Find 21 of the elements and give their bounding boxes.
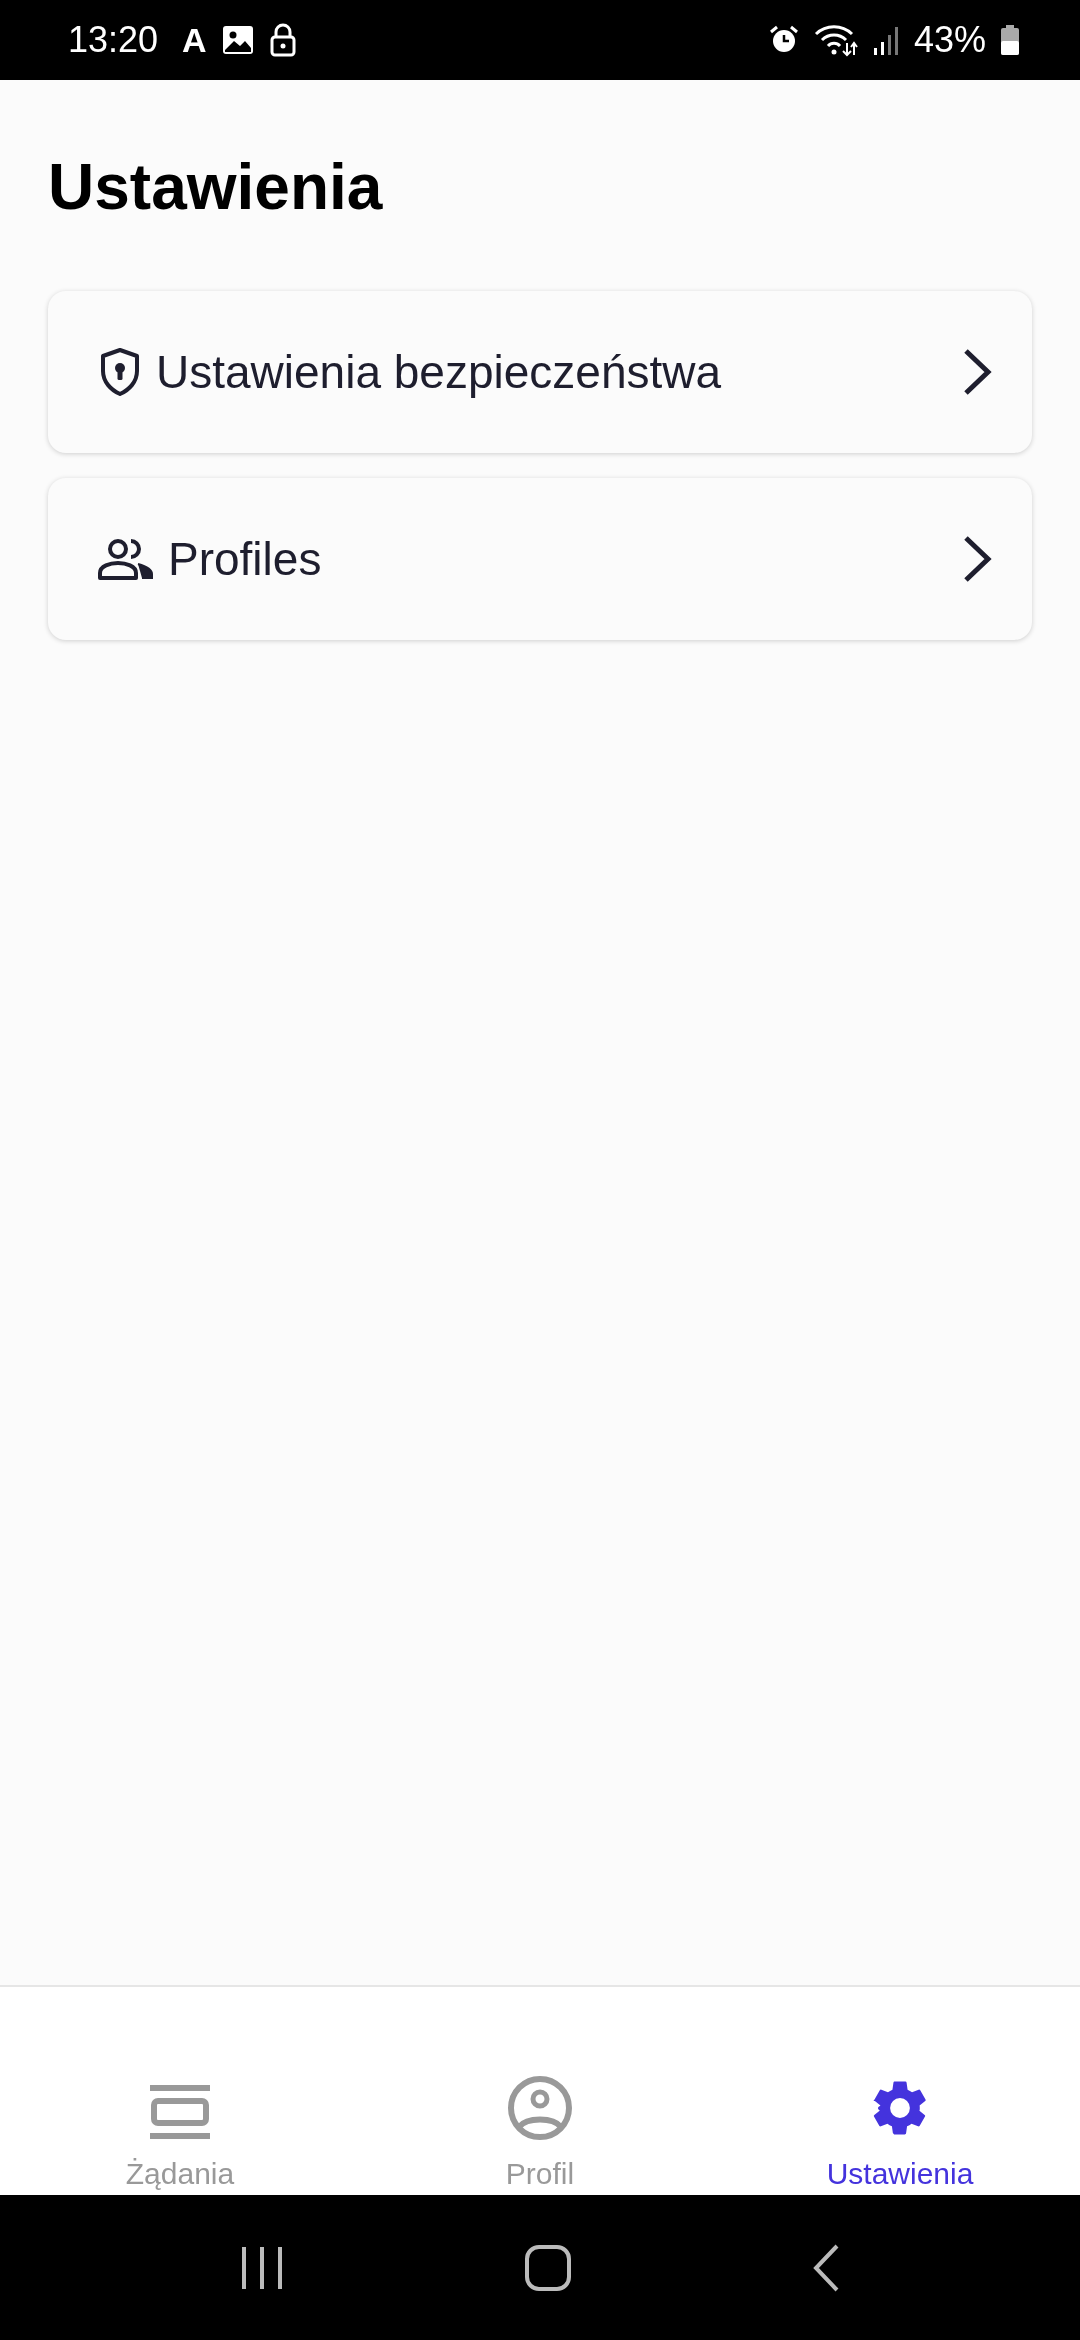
battery-percent: 43% [913, 19, 986, 61]
wifi-icon [813, 23, 858, 57]
chevron-right-icon [962, 348, 992, 396]
account-circle-icon [507, 2075, 573, 2141]
notification-letter: A [182, 20, 207, 60]
nav-tab[interactable]: Ustawienia [720, 1987, 1080, 2195]
settings-item[interactable]: Profiles [48, 478, 1032, 640]
battery-icon [1000, 24, 1020, 56]
people-icon [98, 538, 154, 580]
image-icon [220, 24, 255, 56]
shield-icon [98, 347, 142, 397]
recent-apps-icon[interactable] [240, 2244, 284, 2291]
chevron-right-icon [962, 535, 992, 583]
settings-item[interactable]: Ustawienia bezpieczeństwa [48, 291, 1032, 453]
clock-time: 13:20 [68, 19, 159, 61]
back-icon[interactable] [812, 2243, 840, 2292]
stack-icon [148, 2083, 212, 2141]
lock-icon [268, 23, 297, 57]
signal-icon [871, 24, 900, 56]
home-icon[interactable] [524, 2243, 572, 2292]
page-title: Ustawienia [48, 150, 384, 224]
